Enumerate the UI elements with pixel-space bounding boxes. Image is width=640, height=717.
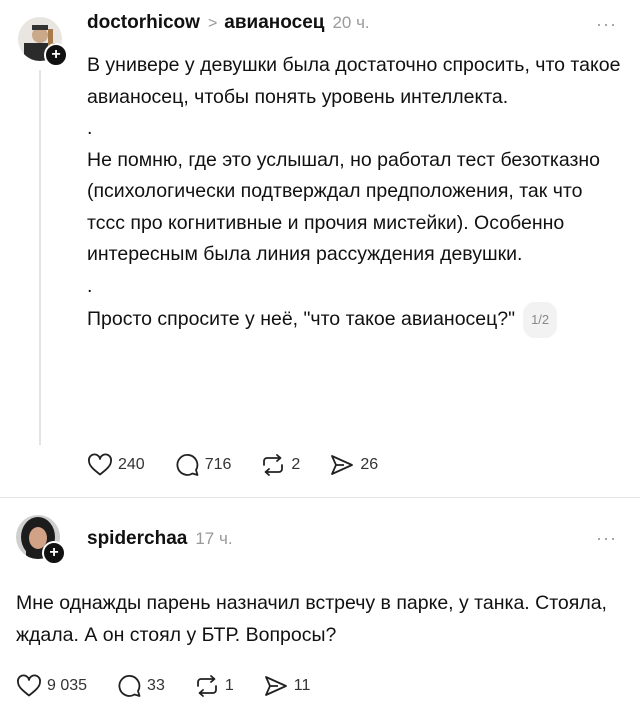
like-count: 9 035 bbox=[47, 677, 88, 694]
heart-icon bbox=[88, 453, 112, 476]
post-divider bbox=[0, 497, 640, 498]
post-paragraph: Не помню, где это услышал, но работал те… bbox=[87, 148, 601, 266]
reply-avatar[interactable]: + bbox=[16, 515, 66, 565]
chevron-right-icon: > bbox=[207, 15, 218, 32]
comment-count: 33 bbox=[147, 677, 165, 694]
comment-button[interactable]: 33 bbox=[116, 674, 165, 698]
post-more-icon[interactable]: ··· bbox=[596, 14, 617, 35]
repost-icon bbox=[196, 675, 217, 697]
thread-line bbox=[39, 70, 41, 445]
post-actions: 240 716 2 26 bbox=[87, 453, 407, 477]
comment-icon bbox=[176, 454, 199, 476]
post-topic[interactable]: авианосец bbox=[224, 12, 324, 34]
post-paragraph: Просто спросите у неё, "что такое авиано… bbox=[87, 302, 622, 338]
reply-more-icon[interactable]: ··· bbox=[596, 528, 617, 549]
send-icon bbox=[331, 455, 354, 475]
comment-icon bbox=[118, 675, 141, 697]
share-button[interactable]: 11 bbox=[263, 674, 311, 698]
reply-header: spiderchaa 17 ч. bbox=[87, 528, 233, 550]
follow-plus-icon[interactable]: + bbox=[42, 541, 66, 565]
share-count: 26 bbox=[360, 456, 379, 473]
repost-count: 2 bbox=[291, 456, 301, 473]
like-count: 240 bbox=[118, 456, 145, 473]
post-paragraph: В универе у девушки была достаточно спро… bbox=[87, 54, 621, 108]
post-separator: . bbox=[87, 117, 93, 139]
share-button[interactable]: 26 bbox=[329, 453, 378, 477]
post-username[interactable]: doctorhicow bbox=[87, 12, 200, 34]
post-time: 20 ч. bbox=[332, 13, 370, 32]
heart-icon bbox=[17, 674, 41, 697]
like-button[interactable]: 9 035 bbox=[16, 674, 87, 698]
like-button[interactable]: 240 bbox=[87, 453, 145, 477]
repost-button[interactable]: 2 bbox=[260, 453, 300, 477]
post-header: doctorhicow > авианосец 20 ч. bbox=[87, 12, 370, 34]
repost-count: 1 bbox=[224, 677, 234, 694]
reply-username[interactable]: spiderchaa bbox=[87, 528, 187, 550]
share-count: 11 bbox=[293, 677, 311, 694]
post-separator: . bbox=[87, 274, 93, 297]
reply-body: Мне однажды парень назначил встречу в па… bbox=[16, 592, 607, 646]
post-body: В универе у девушки была достаточно спро… bbox=[87, 50, 622, 338]
comment-count: 716 bbox=[204, 456, 232, 473]
repost-icon bbox=[263, 454, 284, 476]
reply-actions: 9 035 33 1 11 bbox=[16, 674, 339, 698]
reply-time: 17 ч. bbox=[195, 529, 233, 548]
follow-plus-icon[interactable]: + bbox=[44, 43, 68, 67]
repost-button[interactable]: 1 bbox=[194, 674, 234, 698]
comment-button[interactable]: 716 bbox=[174, 453, 232, 477]
post-avatar[interactable]: + bbox=[18, 17, 68, 67]
send-icon bbox=[264, 676, 287, 696]
post-last-line: Просто спросите у неё, "что такое авиано… bbox=[87, 307, 516, 330]
image-pager-badge: 1/2 bbox=[523, 302, 558, 338]
